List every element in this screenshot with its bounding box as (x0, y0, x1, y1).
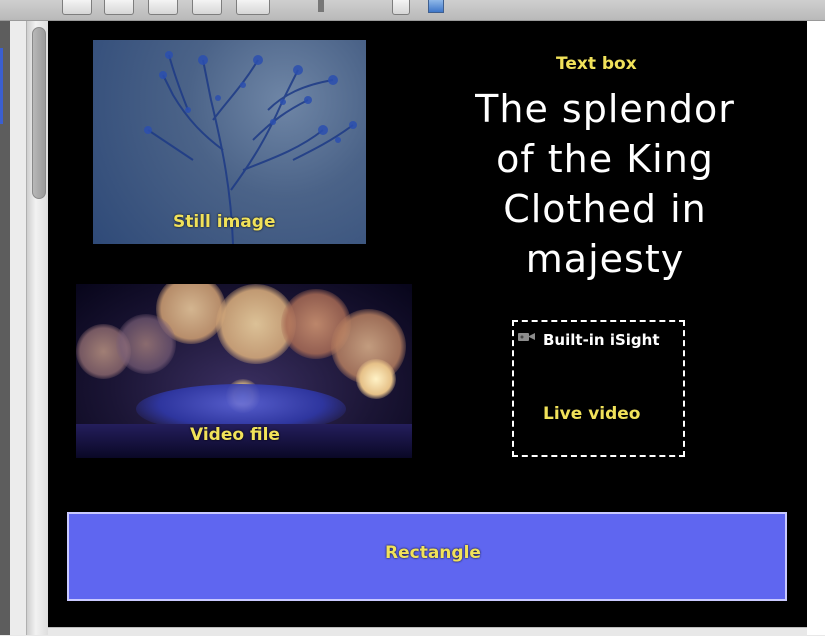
toolbar-button-5[interactable] (236, 0, 270, 15)
toolbar-button-1[interactable] (62, 0, 92, 15)
camera-icon (518, 333, 535, 341)
text-line: The splendor (475, 87, 735, 131)
live-video-label: Live video (543, 404, 641, 424)
toolbar-color-icon[interactable] (428, 0, 444, 13)
text-line: majesty (525, 237, 685, 281)
video-file-label: Video file (190, 425, 280, 445)
toolbar-handle-icon[interactable] (318, 0, 324, 12)
text-box-label: Text box (556, 54, 637, 74)
text-line: Clothed in (503, 187, 707, 231)
toolbar-button-3[interactable] (148, 0, 178, 15)
camera-name: Built-in iSight (543, 331, 660, 349)
bokeh-light (116, 314, 176, 374)
panel-edge (10, 21, 26, 635)
toolbar-button-4[interactable] (192, 0, 222, 15)
bokeh-light (356, 359, 396, 399)
scrollbar-thumb[interactable] (32, 27, 46, 199)
rectangle-label: Rectangle (385, 543, 481, 563)
toolbar (0, 0, 825, 21)
still-image-label: Still image (173, 212, 276, 232)
toolbar-button-2[interactable] (104, 0, 134, 15)
toolbar-button-6[interactable] (392, 0, 410, 15)
text-line: of the King (496, 137, 714, 181)
selection-indicator (0, 48, 3, 124)
right-edge (807, 21, 825, 635)
text-box-content[interactable]: The splendor of the King Clothed in maje… (445, 84, 765, 284)
